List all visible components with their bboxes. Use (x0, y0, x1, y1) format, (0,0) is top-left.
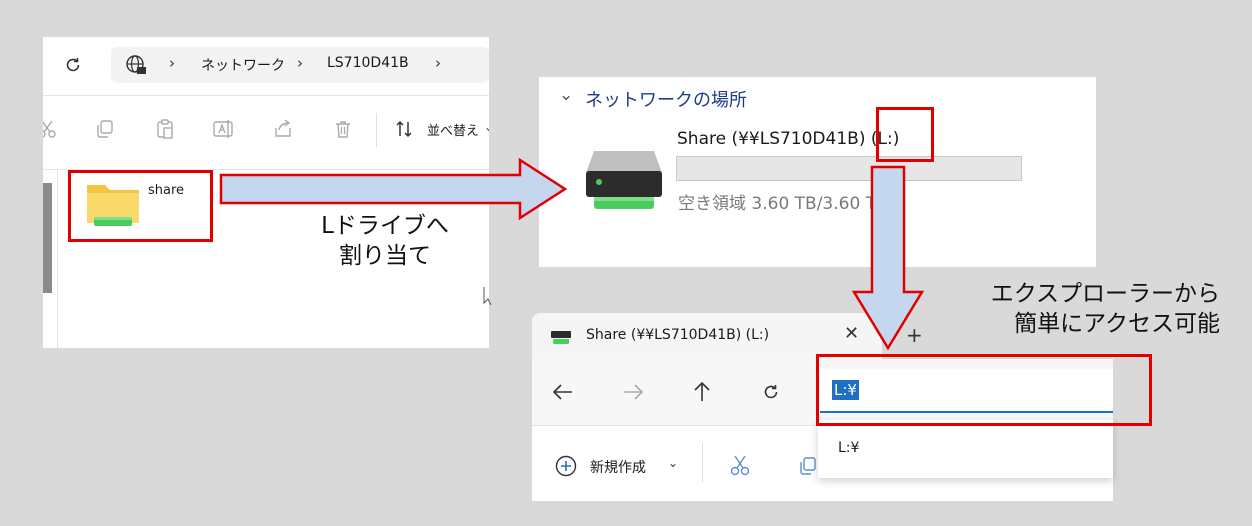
breadcrumb-ls710d41b[interactable]: LS710D41B (327, 55, 409, 71)
collapse-chevron-icon[interactable]: ⌄ (559, 85, 573, 105)
assign-caption: Lドライブへ 割り当て (290, 211, 480, 271)
network-globe-icon (125, 54, 147, 76)
network-drive-icon[interactable] (584, 149, 664, 211)
drive-name[interactable]: Share (¥¥LS710D41B) (L:) (677, 129, 899, 149)
divider (43, 95, 489, 96)
tab-title: Share (¥¥LS710D41B) (L:) (586, 327, 770, 343)
cut-icon[interactable] (729, 454, 751, 476)
sort-button[interactable]: 並べ替え (427, 120, 479, 139)
network-locations-header[interactable]: ネットワークの場所 (585, 86, 747, 112)
storage-usage-bar (676, 156, 1022, 181)
copy-icon[interactable] (798, 456, 818, 476)
refresh-icon[interactable] (63, 55, 83, 75)
rename-icon[interactable] (213, 119, 235, 139)
paste-icon[interactable] (155, 119, 175, 139)
toolbar-separator (702, 443, 703, 483)
address-suggestion-dropdown: L:¥ (818, 420, 1113, 478)
assign-caption-line2: 割り当て (339, 243, 431, 269)
refresh-icon[interactable] (761, 382, 781, 402)
breadcrumb-chevron-icon: › (169, 54, 175, 72)
access-caption: エクスプローラーから 簡単にアクセス可能 (912, 279, 1220, 339)
assign-caption-line1: Lドライブへ (321, 213, 449, 239)
sort-icon[interactable] (395, 119, 417, 139)
copy-icon[interactable] (95, 119, 115, 139)
drive-tab-icon (550, 330, 572, 346)
up-arrow-icon[interactable] (692, 381, 712, 403)
scrollbar-thumb[interactable] (43, 183, 52, 293)
add-circle-icon[interactable] (555, 455, 577, 477)
delete-icon[interactable] (333, 119, 353, 139)
toolbar-separator (376, 113, 377, 147)
highlight-address-bar (816, 354, 1152, 426)
highlight-share-folder (68, 170, 213, 242)
share-icon[interactable] (273, 119, 293, 139)
suggestion-item[interactable]: L:¥ (838, 440, 859, 456)
mouse-cursor-icon (483, 286, 493, 306)
breadcrumb-chevron-icon[interactable]: › (435, 54, 441, 72)
sort-dropdown-icon[interactable]: ⌄ (484, 120, 489, 134)
pane-divider (57, 170, 58, 348)
highlight-drive-letter (876, 107, 934, 162)
back-arrow-icon[interactable] (552, 382, 574, 402)
breadcrumb-chevron-icon: › (297, 54, 303, 72)
breadcrumb-network[interactable]: ネットワーク (201, 55, 285, 75)
access-caption-line2: 簡単にアクセス可能 (1014, 311, 1220, 337)
forward-arrow-icon[interactable] (622, 382, 644, 402)
this-pc-network-locations: ⌄ ネットワークの場所 Share (¥¥LS710D41B) (L:) 空き領… (539, 77, 1096, 267)
new-dropdown-icon[interactable]: ⌄ (668, 456, 678, 470)
cut-icon[interactable] (43, 119, 57, 139)
new-button[interactable]: 新規作成 (590, 457, 646, 477)
access-caption-line1: エクスプローラーから (990, 281, 1220, 307)
